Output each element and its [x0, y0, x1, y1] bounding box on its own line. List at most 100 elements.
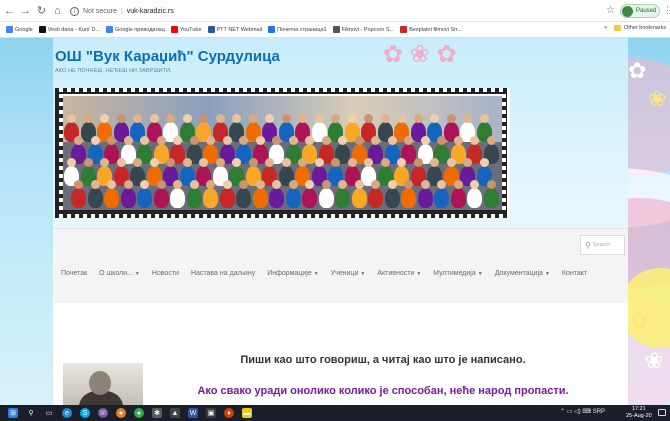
flower-icon: ✿ [628, 58, 647, 83]
other-bookmarks[interactable]: Other bookmarks [614, 25, 666, 31]
language-indicator[interactable]: SRP [593, 409, 605, 415]
bookmark-label: PTT NET Webmail [216, 26, 263, 33]
menu-item[interactable]: О школи... ▼ [99, 264, 140, 284]
bookmark-favicon-icon [400, 26, 408, 33]
chevron-down-icon: ▼ [134, 271, 140, 277]
more-bookmarks-icon[interactable]: » [604, 25, 607, 31]
security-status: Not secure [83, 8, 117, 15]
forward-icon[interactable]: → [19, 4, 32, 18]
menu-item[interactable]: Контакт [562, 264, 587, 284]
home-icon[interactable]: ⌂ [51, 4, 64, 18]
flower-icon: ❀ [645, 348, 664, 373]
site-title[interactable]: ОШ "Вук Караџић" Сурдулица [55, 48, 280, 65]
back-icon[interactable]: ← [3, 4, 16, 18]
page-viewport: ✿ ❀ ✿ ❀ ОШ "Вук Караџић" Сурдулица АКО Н… [0, 38, 670, 405]
volume-icon[interactable]: ◁) [574, 408, 581, 415]
folder-icon [614, 25, 621, 31]
search-icon[interactable]: ⚲ [26, 408, 36, 418]
bookmark-item[interactable]: Почетна страница1 [268, 26, 327, 33]
chevron-down-icon: ▼ [416, 271, 422, 277]
menu-item[interactable]: Активности ▼ [377, 264, 421, 284]
bookmark-favicon-icon [106, 26, 114, 33]
menu-item-label: Контакт [561, 270, 588, 277]
bookmark-star-icon[interactable]: ☆ [606, 5, 615, 16]
viber-icon[interactable]: ☏ [98, 408, 108, 418]
site-tagline: АКО НЕ ПОЧНЕШ, НЕЋЕШ НИ ЗАВРШИТИ. [55, 68, 172, 74]
bookmark-label: Filmovi - Popcorn S... [341, 26, 395, 33]
bookmark-label: Besplatni filmovi Str... [409, 26, 462, 33]
chevron-down-icon: ▼ [544, 271, 550, 277]
menu-item[interactable]: Новости [152, 264, 179, 284]
profile-button[interactable]: Paused [620, 4, 660, 18]
bookmark-item[interactable]: Google преводилац [106, 26, 165, 33]
menu-item-label: Мултимедија [433, 270, 476, 277]
clock[interactable]: 17:21 25-Aug-20 [626, 406, 652, 420]
menu-item[interactable]: Ученици ▼ [331, 264, 366, 284]
bookmark-item[interactable]: PTT NET Webmail [207, 26, 263, 33]
bookmark-favicon-icon [207, 26, 215, 33]
bookmark-label: Почетна страница1 [277, 26, 327, 33]
bookmark-label: Vesti dana - Kurir D... [47, 26, 101, 33]
menu-item[interactable]: Мултимедија ▼ [433, 264, 482, 284]
url-text: vuk-karadzic.rs [126, 8, 174, 15]
more-menu-icon[interactable]: ⋮ [663, 5, 670, 16]
chevron-up-icon[interactable]: ⌃ [560, 408, 565, 415]
address-bar[interactable]: i Not secure | vuk-karadzic.rs [70, 4, 590, 19]
chrome-icon[interactable]: ● [134, 408, 144, 418]
quote-secondary: Ако свако уради онолико колико је способ… [197, 385, 569, 397]
bookmark-item[interactable]: Google [6, 26, 33, 33]
site-header: ОШ "Вук Караџић" Сурдулица АКО НЕ ПОЧНЕШ… [53, 38, 628, 228]
bookmark-favicon-icon [38, 26, 46, 33]
app-icon[interactable]: ▲ [170, 408, 180, 418]
bookmark-favicon-icon [268, 26, 276, 33]
menu-item-label: Ученици [330, 270, 359, 277]
flower-icon: ✿ ❀ ✿ [383, 41, 457, 68]
firefox-icon[interactable]: ● [116, 408, 126, 418]
edge-icon[interactable]: e [62, 408, 72, 418]
system-tray: ⌃ ▭ ◁) ⌨ SRP [560, 408, 605, 416]
file-explorer-icon[interactable]: ▬ [242, 408, 252, 418]
start-icon[interactable]: ⊞ [8, 408, 18, 418]
clock-date: 25-Aug-20 [626, 413, 652, 419]
menu-item[interactable]: Почетак [61, 264, 87, 284]
avatar [622, 5, 633, 17]
bookmark-item[interactable]: Besplatni filmovi Str... [400, 26, 462, 33]
school-photo [63, 96, 502, 210]
battery-icon[interactable]: ▭ [567, 408, 573, 415]
chevron-down-icon: ▼ [313, 271, 319, 277]
search-icon: ⚲ [585, 240, 591, 250]
reload-icon[interactable]: ↻ [35, 4, 48, 18]
bookmark-favicon-icon [6, 26, 13, 33]
main-content: Пиши као што говориш, а читај као што је… [53, 303, 628, 405]
bookmark-favicon-icon [170, 26, 178, 33]
browser-toolbar: ← → ↻ ⌂ i Not secure | vuk-karadzic.rs ☆… [0, 0, 670, 22]
word-icon[interactable]: W [188, 408, 198, 418]
task-view-icon[interactable]: ▭ [44, 408, 54, 418]
notifications-icon[interactable] [658, 409, 666, 416]
info-icon[interactable]: i [70, 7, 79, 16]
header-banner [55, 88, 510, 218]
bookmark-item[interactable]: YouTube [170, 26, 202, 33]
keyboard-icon[interactable]: ⌨ [582, 408, 591, 415]
clock-time: 17:21 [631, 406, 646, 412]
navigation-area: ⚲ Search Почетак О школи... ▼ Новости Настав… [53, 228, 628, 303]
network-app-icon[interactable]: ✱ [152, 408, 162, 418]
menu-item-label: Новости [151, 270, 179, 277]
chevron-down-icon: ▼ [477, 271, 483, 277]
menu-item[interactable]: Документација ▼ [495, 264, 550, 284]
quote-primary: Пиши као што говориш, а читај као што је… [240, 354, 526, 366]
bookmarks-bar: Google Vesti dana - Kurir D... Google прев… [0, 22, 670, 38]
bookmark-item[interactable]: Filmovi - Popcorn S... [332, 26, 395, 33]
menu-item-label: Настава на даљину [190, 270, 256, 277]
skype-icon[interactable]: S [80, 408, 90, 418]
paint-icon[interactable]: ♦ [224, 408, 234, 418]
bookmark-label: Google преводилац [115, 26, 165, 33]
search-input[interactable]: ⚲ Search [580, 235, 625, 255]
menu-item[interactable]: Настава на даљину [191, 264, 255, 284]
menu-item[interactable]: Информације ▼ [267, 264, 318, 284]
photos-icon[interactable]: ▣ [206, 408, 216, 418]
profile-status: Paused [636, 8, 657, 14]
bookmark-item[interactable]: Vesti dana - Kurir D... [38, 26, 101, 33]
menu-item-label: Документација [494, 270, 543, 277]
bookmark-favicon-icon [332, 26, 340, 33]
